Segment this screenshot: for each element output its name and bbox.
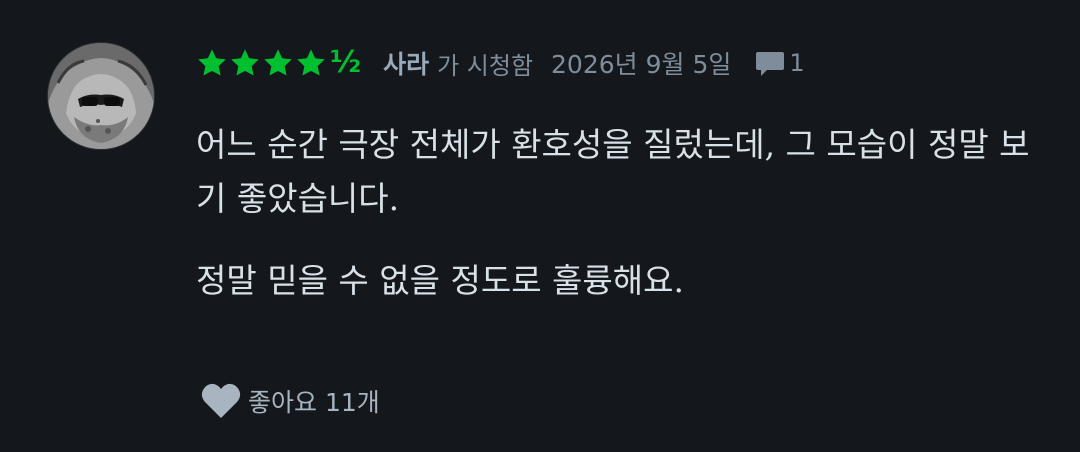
review-paragraph: 정말 믿을 수 없을 정도로 훌륭해요. [196, 261, 684, 300]
review-date[interactable]: 2026년 9월 5일 [551, 45, 731, 81]
comment-bubble-icon [753, 46, 787, 80]
review-body: 어느 순간 극장 전체가 환호성을 질렀는데, 그 모습이 정말 보기 좋았습니… [196, 118, 1056, 336]
review-meta: ½ 사라 가 시청함 2026년 9월 5일 1 [196, 40, 805, 86]
avatar[interactable] [48, 43, 154, 149]
star-icon [196, 47, 228, 79]
watched-label: 가 시청함 [437, 51, 534, 80]
heart-icon [200, 382, 242, 420]
star-icon [295, 47, 327, 79]
review-paragraph: 어느 순간 극장 전체가 환호성을 질렀는데, 그 모습이 정말 보기 좋았습니… [196, 125, 1030, 218]
username-link[interactable]: 사라 [383, 45, 429, 81]
comment-count-button[interactable]: 1 [753, 46, 805, 80]
star-rating: ½ [196, 47, 361, 79]
review-card: ½ 사라 가 시청함 2026년 9월 5일 1 어느 순간 극장 전체가 환호… [0, 0, 1080, 452]
likes-count: 좋아요 11개 [248, 388, 380, 417]
star-icon [262, 47, 294, 79]
comment-count: 1 [789, 49, 805, 77]
like-review-button[interactable]: 좋아요 11개 [200, 382, 380, 420]
half-star-symbol: ½ [330, 45, 362, 80]
star-icon [229, 47, 261, 79]
